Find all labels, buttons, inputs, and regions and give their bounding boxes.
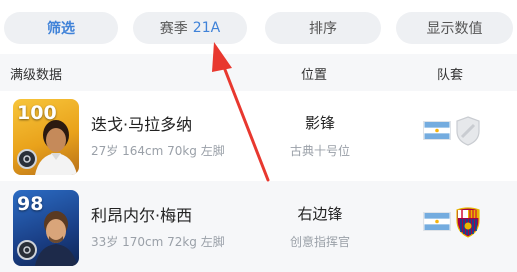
generic-club-shield-icon	[456, 116, 480, 146]
display-values-button[interactable]: 显示数值	[396, 12, 513, 44]
header-position: 位置	[301, 68, 328, 83]
player-name: 迭戈·马拉多纳	[91, 115, 193, 134]
player-info: 27岁 164cm 70kg 左脚	[91, 144, 225, 158]
argentina-flag-icon	[423, 121, 451, 140]
player-card: 100	[13, 99, 79, 175]
player-rating: 100	[17, 102, 57, 124]
sort-button-label: 排序	[309, 21, 337, 37]
player-rating: 98	[17, 193, 44, 215]
player-portrait-icon	[35, 211, 77, 266]
player-role: 古典十号位	[289, 144, 350, 158]
filter-button-label: 筛选	[47, 21, 75, 37]
player-position: 影锋	[304, 114, 335, 132]
card-type-badge-icon	[17, 240, 37, 260]
player-row[interactable]: 98 利昂内尔·梅西 33岁 170cm 72kg 左脚 右边锋 创意指挥官	[0, 182, 517, 272]
sort-button[interactable]: 排序	[265, 12, 381, 44]
season-button-label: 赛季	[159, 21, 188, 37]
filter-bar: 筛选 赛季 21A 排序 显示数值	[0, 0, 517, 54]
season-value: 21A	[192, 20, 221, 36]
player-portrait-icon	[35, 120, 77, 175]
display-values-button-label: 显示数值	[426, 21, 483, 37]
header-max-level-data: 满级数据	[10, 68, 63, 83]
player-row[interactable]: 100 迭戈·马拉多纳 27岁 164cm 70kg 左脚 影锋 古典十号位	[0, 91, 517, 181]
season-button[interactable]: 赛季 21A	[133, 12, 247, 44]
card-type-badge-icon	[17, 149, 37, 169]
player-card: 98	[13, 190, 79, 266]
player-info: 33岁 170cm 72kg 左脚	[91, 235, 225, 249]
header-team-kit: 队套	[437, 68, 464, 83]
table-header: 满级数据 位置 队套	[0, 54, 517, 90]
fc-barcelona-crest-icon	[456, 207, 480, 238]
player-name: 利昂内尔·梅西	[91, 206, 193, 225]
argentina-flag-icon	[423, 212, 451, 231]
player-role: 创意指挥官	[289, 235, 350, 249]
filter-button[interactable]: 筛选	[4, 12, 118, 44]
player-position: 右边锋	[297, 205, 343, 223]
